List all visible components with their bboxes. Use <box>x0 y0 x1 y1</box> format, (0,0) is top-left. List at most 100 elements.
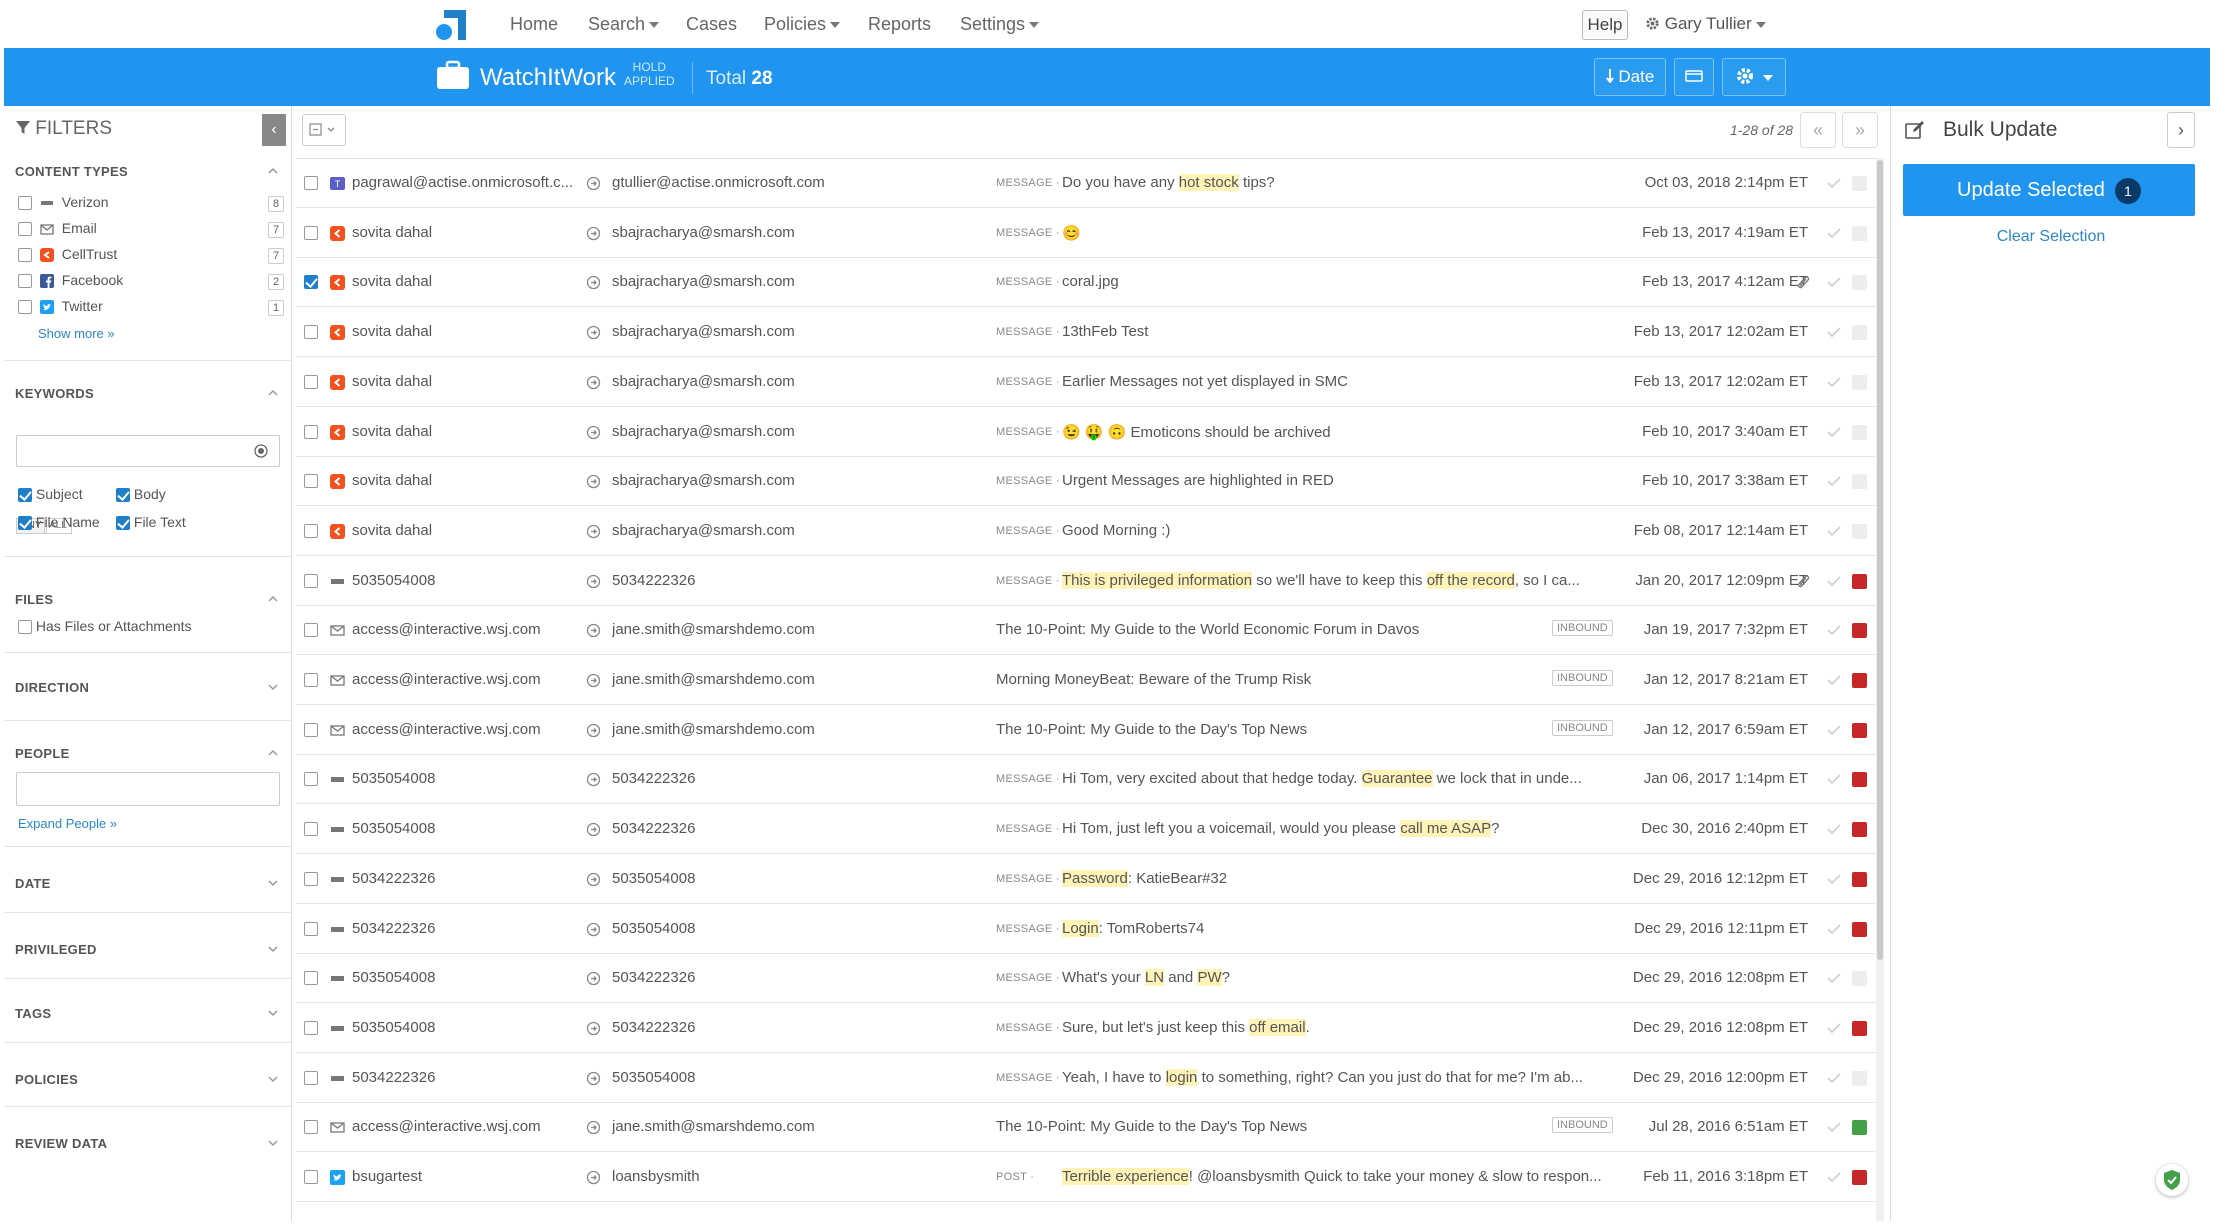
chevron-down-icon[interactable] <box>268 878 278 888</box>
checkbox[interactable] <box>18 300 32 315</box>
row-checkbox[interactable] <box>304 722 318 737</box>
status-flag-empty[interactable] <box>1852 225 1867 241</box>
collapse-sidebar-button[interactable]: ‹ <box>262 114 286 146</box>
status-flag-red[interactable] <box>1852 722 1867 738</box>
status-flag-red[interactable] <box>1852 871 1867 887</box>
chevron-down-icon[interactable] <box>268 1074 278 1084</box>
row-checkbox[interactable] <box>304 1170 318 1184</box>
nav-cases[interactable]: Cases <box>686 14 737 35</box>
status-flag-empty[interactable] <box>1852 1070 1867 1086</box>
nav-settings[interactable]: Settings <box>960 14 1040 35</box>
date-heading[interactable]: DATE <box>15 876 51 891</box>
checkbox-checked[interactable] <box>18 488 32 503</box>
sort-date-button[interactable]: Date <box>1594 58 1666 96</box>
clear-icon[interactable] <box>254 444 268 458</box>
reviewed-check-icon[interactable] <box>1827 475 1841 487</box>
row-checkbox[interactable] <box>304 971 318 986</box>
reviewed-check-icon[interactable] <box>1827 923 1841 935</box>
chevron-down-icon[interactable] <box>268 1008 278 1018</box>
reviewed-check-icon[interactable] <box>1827 575 1841 587</box>
scrollbar-thumb[interactable] <box>1877 160 1883 960</box>
keyword-input[interactable] <box>16 435 280 467</box>
user-menu[interactable]: Gary Tullier <box>1645 14 1766 34</box>
keywords-heading[interactable]: KEYWORDS <box>15 386 94 401</box>
reviewed-check-icon[interactable] <box>1827 525 1841 537</box>
app-logo-icon[interactable] <box>434 8 468 42</box>
row-checkbox-checked[interactable] <box>304 275 318 290</box>
row-checkbox[interactable] <box>304 1070 318 1085</box>
chevron-up-icon[interactable] <box>268 388 278 398</box>
message-row[interactable]: sovita dahal sbajracharya@smarsh.com MESSA… <box>296 258 1876 308</box>
status-flag-green[interactable] <box>1852 1120 1867 1136</box>
reviewed-check-icon[interactable] <box>1827 724 1841 736</box>
privileged-heading[interactable]: PRIVILEGED <box>15 942 97 957</box>
status-flag-red[interactable] <box>1852 673 1867 688</box>
checkbox[interactable] <box>18 196 32 211</box>
reviewed-check-icon[interactable] <box>1827 1171 1841 1183</box>
clear-selection-link[interactable]: Clear Selection <box>1997 228 2106 245</box>
reviewed-check-icon[interactable] <box>1827 276 1841 288</box>
reviewed-check-icon[interactable] <box>1827 1022 1841 1034</box>
message-row[interactable]: bsugartest loansbysmith POST · Terrible exp… <box>296 1153 1876 1202</box>
expand-people-link[interactable]: Expand People » <box>18 816 117 831</box>
content-type-twitter[interactable]: Twitter 1 <box>18 298 284 320</box>
message-row[interactable]: 5035054008 5034222326 MESSAGE · Hi Tom, jus… <box>296 805 1876 855</box>
direction-heading[interactable]: DIRECTION <box>15 680 89 695</box>
reviewed-check-icon[interactable] <box>1827 227 1841 239</box>
message-row[interactable]: 5035054008 5034222326 MESSAGE · What's your… <box>296 954 1876 1004</box>
reviewed-check-icon[interactable] <box>1827 873 1841 885</box>
people-heading[interactable]: PEOPLE <box>15 746 70 761</box>
message-row[interactable]: 5034222326 5035054008 MESSAGE · Password: K… <box>296 855 1876 904</box>
message-row[interactable]: 5035054008 5034222326 MESSAGE · Hi Tom, ver… <box>296 755 1876 805</box>
reviewed-check-icon[interactable] <box>1827 972 1841 984</box>
nav-home[interactable]: Home <box>510 14 558 35</box>
message-row[interactable]: access@interactive.wsj.com jane.smith@sma… <box>296 656 1876 705</box>
status-flag-red[interactable] <box>1852 1020 1867 1036</box>
message-row[interactable]: 5034222326 5035054008 MESSAGE · Login: TomR… <box>296 905 1876 954</box>
row-checkbox[interactable] <box>304 176 318 190</box>
settings-dropdown-button[interactable] <box>1722 58 1786 96</box>
reviewed-check-icon[interactable] <box>1827 177 1841 189</box>
message-row[interactable]: 5035054008 5034222326 MESSAGE · Sure, but l… <box>296 1004 1876 1053</box>
checkbox-checked[interactable] <box>18 516 32 531</box>
status-flag-red[interactable] <box>1852 573 1867 589</box>
status-flag-red[interactable] <box>1852 822 1867 838</box>
message-row[interactable]: sovita dahal sbajracharya@smarsh.com MESSA… <box>296 457 1876 507</box>
has-files-option[interactable]: Has Files or Attachments <box>18 618 192 635</box>
content-type-verizon[interactable]: Verizon 8 <box>18 194 284 216</box>
reviewed-check-icon[interactable] <box>1827 624 1841 636</box>
message-row[interactable]: 5035054008 5034222326 MESSAGE · This is pri… <box>296 557 1876 606</box>
reviewed-check-icon[interactable] <box>1827 823 1841 835</box>
message-row[interactable]: sovita dahal sbajracharya@smarsh.com MESSA… <box>296 507 1876 556</box>
checkbox[interactable] <box>18 248 32 263</box>
status-flag-empty[interactable] <box>1852 176 1867 191</box>
checkbox[interactable] <box>18 620 32 635</box>
reviewed-check-icon[interactable] <box>1827 674 1841 686</box>
update-selected-button[interactable]: Update Selected 1 <box>1903 164 2195 216</box>
status-flag-red[interactable] <box>1852 623 1867 639</box>
status-flag-empty[interactable] <box>1852 523 1867 539</box>
row-checkbox[interactable] <box>304 523 318 538</box>
tags-heading[interactable]: TAGS <box>15 1006 51 1021</box>
message-row[interactable]: access@interactive.wsj.com jane.smith@sma… <box>296 1103 1876 1153</box>
kw-option-subject[interactable]: Subject <box>18 486 83 503</box>
message-row[interactable]: sovita dahal sbajracharya@smarsh.com MESSA… <box>296 209 1876 258</box>
message-row[interactable]: 5034222326 5035054008 MESSAGE · Yeah, I hav… <box>296 1054 1876 1103</box>
status-flag-empty[interactable] <box>1852 374 1867 390</box>
chevron-up-icon[interactable] <box>268 748 278 758</box>
prev-page-button[interactable]: « <box>1800 112 1836 148</box>
reviewed-check-icon[interactable] <box>1827 376 1841 388</box>
chevron-up-icon[interactable] <box>268 166 278 176</box>
status-flag-empty[interactable] <box>1852 275 1867 291</box>
status-flag-empty[interactable] <box>1852 424 1867 440</box>
row-checkbox[interactable] <box>304 1120 318 1135</box>
reviewed-check-icon[interactable] <box>1827 426 1841 438</box>
message-row[interactable]: sovita dahal sbajracharya@smarsh.com MESSA… <box>296 358 1876 407</box>
content-type-email[interactable]: Email 7 <box>18 220 284 242</box>
row-checkbox[interactable] <box>304 325 318 340</box>
checkbox-checked[interactable] <box>116 488 130 503</box>
chevron-up-icon[interactable] <box>268 594 278 604</box>
reviewed-check-icon[interactable] <box>1827 773 1841 785</box>
review-data-heading[interactable]: REVIEW DATA <box>15 1136 107 1151</box>
kw-option-body[interactable]: Body <box>116 486 166 503</box>
